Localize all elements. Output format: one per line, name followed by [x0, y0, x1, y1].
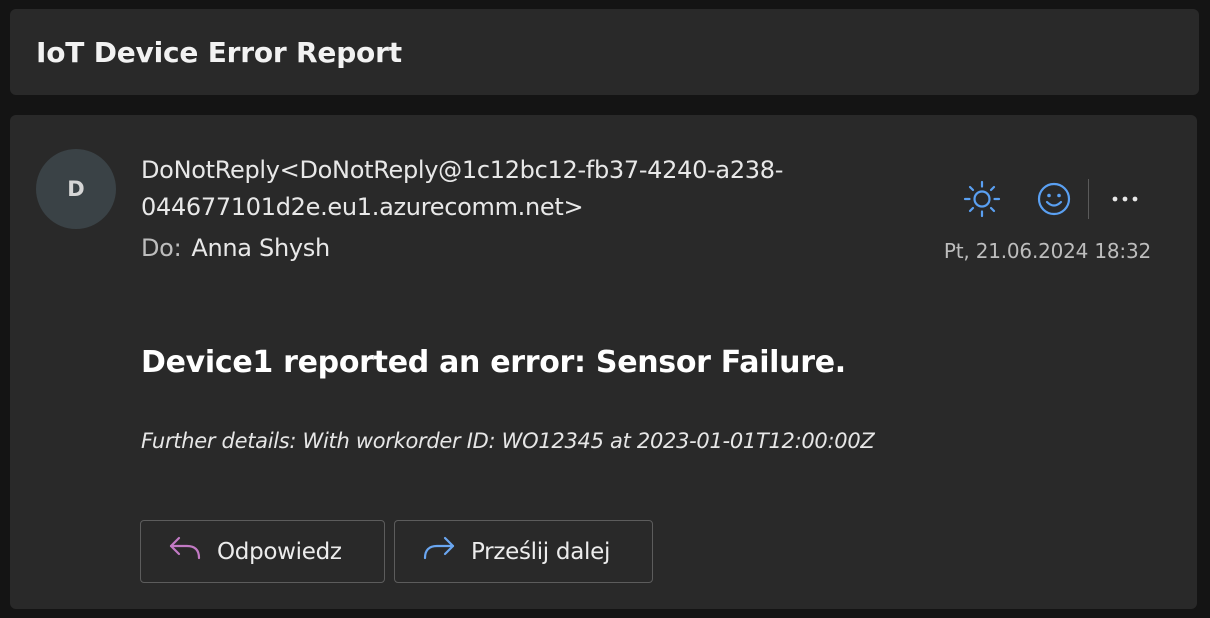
to-label: Do: [141, 234, 182, 262]
avatar[interactable]: D [36, 149, 116, 229]
message-toolbar [960, 177, 1147, 221]
body-headline: Device1 reported an error: Sensor Failur… [141, 345, 846, 380]
forward-button[interactable]: Prześlij dalej [394, 520, 653, 583]
message-actions: Odpowiedz Prześlij dalej [140, 520, 653, 583]
forward-label: Prześlij dalej [471, 538, 611, 565]
reply-icon [167, 534, 203, 570]
body-details: Further details: With workorder ID: WO12… [141, 429, 875, 453]
message-card: D DoNotReply<DoNotReply@1c12bc12-fb37-42… [10, 115, 1197, 609]
sender-address[interactable]: DoNotReply<DoNotReply@1c12bc12-fb37-4240… [141, 152, 861, 226]
recipient-line: Do: Anna Shysh [141, 234, 330, 262]
recipient-name[interactable]: Anna Shysh [191, 234, 330, 262]
reply-label: Odpowiedz [217, 538, 342, 565]
message-date: Pt, 21.06.2024 18:32 [943, 239, 1151, 263]
reply-button[interactable]: Odpowiedz [140, 520, 385, 583]
sun-icon[interactable] [960, 177, 1004, 221]
more-icon[interactable] [1103, 177, 1147, 221]
toolbar-divider [1088, 179, 1089, 219]
emoji-icon[interactable] [1032, 177, 1076, 221]
subject-header: IoT Device Error Report [10, 9, 1199, 95]
forward-icon [421, 534, 457, 570]
email-subject: IoT Device Error Report [36, 35, 402, 69]
avatar-initial: D [67, 177, 85, 201]
